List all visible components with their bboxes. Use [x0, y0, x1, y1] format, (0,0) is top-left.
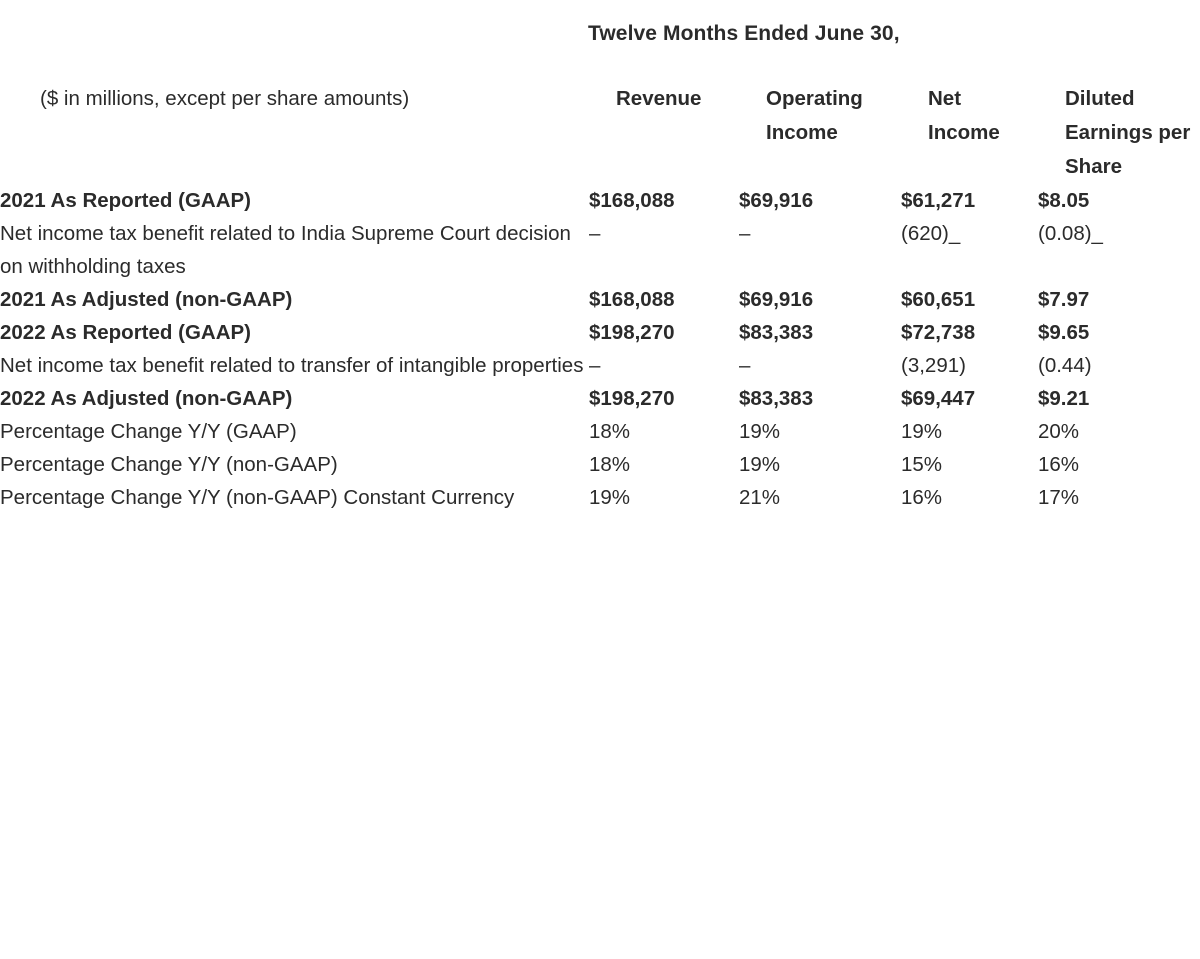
table-row: Percentage Change Y/Y (GAAP) 18% 19% 19% 20%: [0, 415, 1200, 448]
table-row: 2021 As Reported (GAAP) $168,088 $69,916 $6…: [0, 184, 1200, 217]
table-row: Net income tax benefit related to transf…: [0, 349, 1200, 382]
header-row: ($ in millions, except per share amounts…: [0, 82, 1200, 184]
column-header-diluted-eps: Diluted Earnings per Share: [1065, 87, 1191, 178]
cell-operating-income: 21%: [739, 486, 781, 509]
cell-diluted-eps: 20%: [1038, 420, 1080, 443]
table-header: ($ in millions, except per share amounts…: [0, 82, 1200, 184]
table-row: Net income tax benefit related to India …: [0, 217, 1200, 283]
gaap-reconciliation-table: ($ in millions, except per share amounts…: [0, 82, 1200, 514]
row-label: 2022 As Reported (GAAP): [0, 321, 251, 344]
table-row: Percentage Change Y/Y (non-GAAP) Constan…: [0, 481, 1200, 514]
row-label: 2021 As Reported (GAAP): [0, 189, 251, 212]
column-header-operating-income: Operating Income: [766, 87, 863, 144]
table-body: 2021 As Reported (GAAP) $168,088 $69,916 $6…: [0, 184, 1200, 514]
table-row: 2021 As Adjusted (non-GAAP) $168,088 $69,9…: [0, 283, 1200, 316]
cell-operating-income: $69,916: [739, 189, 814, 212]
cell-diluted-eps: $9.21: [1038, 387, 1090, 410]
row-label: Net income tax benefit related to transf…: [0, 354, 584, 377]
column-header-units-note: ($ in millions, except per share amounts…: [40, 87, 410, 110]
cell-revenue: $198,270: [589, 321, 675, 344]
table-row: Percentage Change Y/Y (non-GAAP) 18% 19% 15…: [0, 448, 1200, 481]
cell-operating-income: $83,383: [739, 387, 814, 410]
cell-net-income: 15%: [901, 453, 943, 476]
cell-diluted-eps: $8.05: [1038, 189, 1090, 212]
row-label: Net income tax benefit related to India …: [0, 222, 571, 278]
cell-operating-income: $69,916: [739, 288, 814, 311]
cell-operating-income: –: [739, 222, 751, 245]
cell-net-income: $60,651: [901, 288, 976, 311]
table-row: 2022 As Reported (GAAP) $198,270 $83,383 $7…: [0, 316, 1200, 349]
cell-revenue: 18%: [589, 420, 631, 443]
row-label: Percentage Change Y/Y (non-GAAP) Constan…: [0, 486, 515, 509]
cell-net-income: $72,738: [901, 321, 976, 344]
table-row: 2022 As Adjusted (non-GAAP) $198,270 $83,3…: [0, 382, 1200, 415]
cell-net-income: 19%: [901, 420, 943, 443]
period-title: Twelve Months Ended June 30,: [588, 22, 900, 45]
cell-diluted-eps: (0.08)_: [1038, 222, 1103, 245]
cell-net-income: $69,447: [901, 387, 976, 410]
row-label: Percentage Change Y/Y (GAAP): [0, 420, 297, 443]
row-label: Percentage Change Y/Y (non-GAAP): [0, 453, 338, 476]
cell-operating-income: $83,383: [739, 321, 814, 344]
cell-net-income: (3,291): [901, 354, 966, 377]
column-header-revenue: Revenue: [616, 87, 702, 110]
cell-diluted-eps: $7.97: [1038, 288, 1090, 311]
cell-net-income: 16%: [901, 486, 943, 509]
cell-diluted-eps: (0.44): [1038, 354, 1092, 377]
cell-diluted-eps: 17%: [1038, 486, 1080, 509]
column-header-net-income: Net Income: [928, 87, 1000, 144]
cell-operating-income: 19%: [739, 420, 781, 443]
financial-reconciliation-document: Twelve Months Ended June 30, ($ in milli…: [0, 0, 1200, 959]
row-label: 2022 As Adjusted (non-GAAP): [0, 387, 293, 410]
cell-revenue: –: [589, 222, 601, 245]
cell-revenue: $198,270: [589, 387, 675, 410]
cell-operating-income: 19%: [739, 453, 781, 476]
cell-revenue: –: [589, 354, 601, 377]
cell-diluted-eps: $9.65: [1038, 321, 1090, 344]
cell-revenue: $168,088: [589, 189, 675, 212]
row-label: 2021 As Adjusted (non-GAAP): [0, 288, 293, 311]
cell-revenue: 19%: [589, 486, 631, 509]
cell-net-income: (620)_: [901, 222, 961, 245]
cell-operating-income: –: [739, 354, 751, 377]
cell-diluted-eps: 16%: [1038, 453, 1080, 476]
cell-revenue: 18%: [589, 453, 631, 476]
cell-net-income: $61,271: [901, 189, 976, 212]
cell-revenue: $168,088: [589, 288, 675, 311]
